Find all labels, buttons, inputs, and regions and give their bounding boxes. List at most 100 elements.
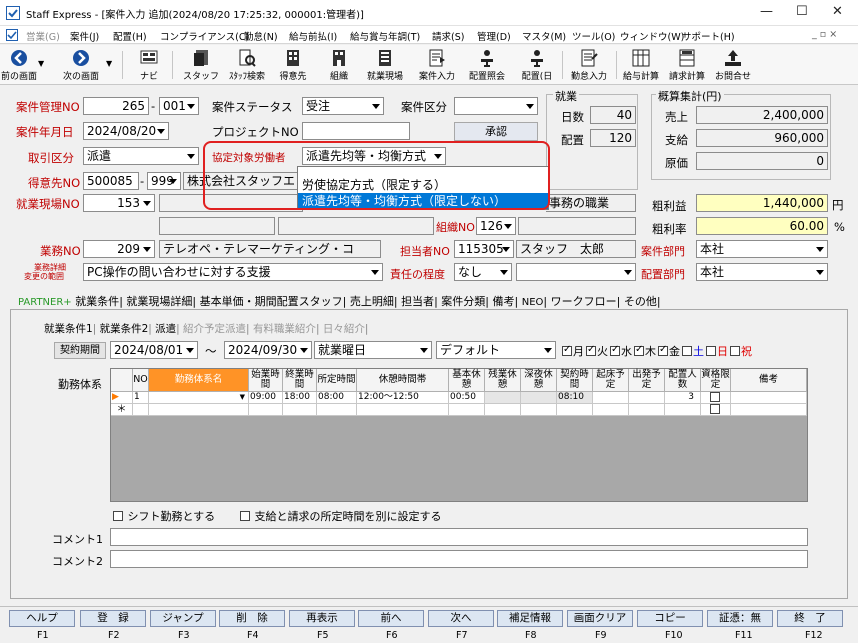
weekday-7[interactable]: 祝 <box>730 345 752 358</box>
kintai-input-button[interactable]: 勤怠入力 <box>571 47 607 83</box>
weekday-6[interactable]: 日 <box>706 345 728 358</box>
cell-kyukei[interactable]: 12:00～12:50 <box>357 392 449 404</box>
tokuisaki-sub-select[interactable]: 999 <box>147 172 181 190</box>
menu-support[interactable]: サポート(H) <box>682 29 735 43</box>
shugyo-genba-button[interactable]: 就業現場 <box>367 47 403 83</box>
subtab-yuryo-shokai[interactable]: 有料職業紹介 <box>253 323 316 335</box>
menu-master[interactable]: マスタ(M) <box>522 29 566 43</box>
navi-button[interactable]: ナビ <box>136 47 162 83</box>
tokuisaki-no-input[interactable]: 500085 <box>83 172 139 190</box>
approve-button[interactable]: 承認 <box>454 122 538 141</box>
tab-uriage-meisai[interactable]: 売上明細 <box>350 295 394 308</box>
newrow-cell[interactable] <box>283 404 317 416</box>
minimize-button[interactable]: — <box>760 4 773 19</box>
weekday-4[interactable]: 金 <box>658 344 680 358</box>
anken-kubun-select[interactable] <box>454 97 538 115</box>
cell-shinya[interactable] <box>521 392 557 404</box>
soshiki-no-select[interactable]: 126 <box>476 217 516 235</box>
tab-partner[interactable]: PARTNER+ <box>18 297 72 308</box>
contact-button[interactable]: お問合せ <box>715 47 751 83</box>
cell-keiyaku[interactable]: 08:10 <box>557 392 593 404</box>
menu-kintai[interactable]: 勤怠(N) <box>244 29 278 43</box>
newrow-cell[interactable] <box>317 404 357 416</box>
close-button[interactable]: ✕ <box>832 4 843 19</box>
newrow-cell[interactable] <box>557 404 593 416</box>
subtab-haken[interactable]: 派遣 <box>155 323 176 335</box>
newrow-cell[interactable] <box>593 404 629 416</box>
staff-search-button[interactable]: ｽﾀｯﾌ検索 <box>229 47 265 83</box>
fkey-button-f4[interactable]: 削 除 <box>219 610 285 627</box>
menu-kanri[interactable]: 管理(D) <box>477 29 511 43</box>
menu-window[interactable]: ウィンドウ(W) <box>620 29 684 43</box>
weekday-checkbox[interactable] <box>586 344 596 356</box>
next-screen-button[interactable]: 次の画面 <box>63 47 99 83</box>
weekday-checkbox[interactable] <box>730 346 740 356</box>
comment1-input[interactable] <box>110 528 808 546</box>
fkey-button-f10[interactable]: コピー <box>637 610 703 627</box>
tab-shugyo-joken[interactable]: 就業条件 <box>75 295 119 308</box>
kyuyo-keisan-button[interactable]: 給与計算 <box>623 47 659 83</box>
cell-shikaku[interactable] <box>701 392 731 404</box>
newrow-cell[interactable] <box>629 404 665 416</box>
fkey-button-f11[interactable]: 証憑：無 <box>707 610 773 627</box>
newrow-cell[interactable] <box>249 404 283 416</box>
shikaku-checkbox[interactable] <box>710 404 720 414</box>
weekday-5[interactable]: 土 <box>682 345 704 358</box>
cell-zangyo[interactable] <box>485 392 521 404</box>
anken-date-picker[interactable]: 2024/08/20 <box>83 122 169 140</box>
newrow-cell[interactable] <box>449 404 485 416</box>
project-no-input[interactable] <box>302 122 410 140</box>
weekday-checkbox[interactable] <box>562 344 572 356</box>
anken-input-button[interactable]: 案件入力 <box>419 47 455 83</box>
haichi-day-button[interactable]: 配置(日 <box>522 47 552 83</box>
maximize-button[interactable]: ☐ <box>796 4 808 19</box>
fkey-button-f7[interactable]: 次へ <box>428 610 494 627</box>
fkey-button-f6[interactable]: 前へ <box>358 610 424 627</box>
prev-dropdown-icon[interactable]: ▼ <box>38 59 44 68</box>
newrow-cell[interactable] <box>665 404 701 416</box>
weekday-checkbox[interactable] <box>682 346 692 356</box>
menu-kyuyo-shoyo[interactable]: 給与賞与年調(T) <box>350 29 420 43</box>
tokuisaki-button[interactable]: 得意先 <box>278 47 308 83</box>
cell-start[interactable]: 09:00 <box>249 392 283 404</box>
menu-eigyo[interactable]: 営業(G) <box>26 29 60 43</box>
subtab-shokai-yotei[interactable]: 紹介予定派遣 <box>183 323 246 335</box>
next-dropdown-icon[interactable]: ▼ <box>106 59 112 68</box>
sekinin-2-select[interactable] <box>516 263 636 281</box>
newrow-cell[interactable] <box>521 404 557 416</box>
fkey-button-f1[interactable]: ヘルプ <box>9 610 75 627</box>
tab-biko[interactable]: 備考 <box>493 295 515 308</box>
haichi-bumon-select[interactable]: 本社 <box>696 263 828 281</box>
cell-name[interactable]: ▼ <box>149 392 249 404</box>
fkey-button-f5[interactable]: 再表示 <box>289 610 355 627</box>
prev-screen-button[interactable]: 前の画面 <box>1 47 37 83</box>
kinmu-grid[interactable]: NO 勤務体系名 始業時間 終業時間 所定時間 休憩時間帯 基本休憩 残業休憩 … <box>110 368 808 502</box>
weekday-checkbox[interactable] <box>610 344 620 356</box>
weekday-1[interactable]: 火 <box>586 344 608 358</box>
period-from-picker[interactable]: 2024/08/01 <box>110 341 198 359</box>
newrow-cell[interactable] <box>731 404 807 416</box>
period-pattern-select[interactable]: デフォルト <box>436 341 556 359</box>
cell-shuppatsu[interactable] <box>629 392 665 404</box>
fkey-button-f2[interactable]: 登 録 <box>80 610 146 627</box>
fkey-button-f3[interactable]: ジャンプ <box>150 610 216 627</box>
shift-option[interactable]: シフト勤務とする <box>113 508 215 524</box>
cell-shotei[interactable]: 08:00 <box>317 392 357 404</box>
anken-status-select[interactable]: 受注 <box>302 97 384 115</box>
mdi-min-button[interactable]: _ ▫ × <box>812 29 837 40</box>
fkey-button-f9[interactable]: 画面クリア <box>567 610 633 627</box>
menu-seikyu[interactable]: 請求(S) <box>432 29 464 43</box>
cell-kisho[interactable] <box>593 392 629 404</box>
cell-end[interactable]: 18:00 <box>283 392 317 404</box>
gyomu-detail-select[interactable]: PC操作の問い合わせに対する支援 <box>83 263 383 281</box>
anken-kanri-sub-select[interactable]: 001 <box>159 97 199 115</box>
newrow-cell[interactable] <box>485 404 521 416</box>
menu-tool[interactable]: ツール(O) <box>572 29 615 43</box>
shotei-betsu-option[interactable]: 支給と請求の所定時間を別に設定する <box>240 508 442 524</box>
newrow-cell[interactable] <box>357 404 449 416</box>
haichi-shokai-button[interactable]: 配置照会 <box>469 47 505 83</box>
keiyaku-kikan-button[interactable]: 契約期間 <box>54 342 106 359</box>
tab-anken-bunrui[interactable]: 案件分類 <box>441 295 485 308</box>
tab-sonota[interactable]: その他 <box>624 295 657 308</box>
seikyu-keisan-button[interactable]: 請求計算 <box>669 47 705 83</box>
